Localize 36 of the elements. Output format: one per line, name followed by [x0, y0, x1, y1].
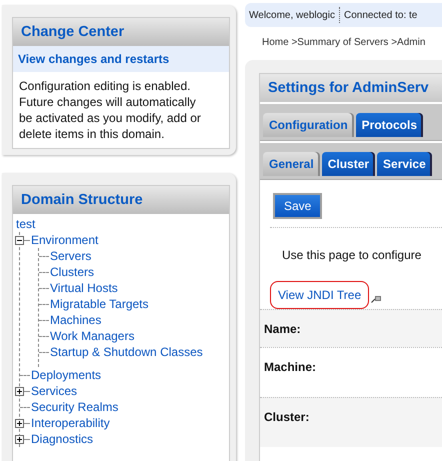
tree-item[interactable]: Security Realms [31, 399, 118, 415]
field-label: Machine: [264, 360, 316, 374]
field-label: Cluster: [264, 410, 310, 424]
expander-icon[interactable] [15, 434, 24, 444]
tree-item[interactable]: Services [31, 383, 78, 399]
breadcrumb: Home >Summary of Servers >Admin [262, 37, 426, 48]
expander-icon[interactable] [15, 418, 24, 428]
expander-icon[interactable] [15, 236, 24, 244]
settings-title: Settings for AdminServ [260, 74, 442, 102]
tab[interactable]: General [263, 152, 320, 176]
field-label: Name: [264, 322, 301, 336]
status-message: Configuration editing is enabled. Future changes will automatically be activated as you modify, add or delete items in this domain. [18, 78, 202, 143]
tree-item[interactable]: Diagnostics [31, 431, 94, 447]
panel-title: Change Center [13, 18, 229, 46]
expander-icon[interactable] [15, 386, 24, 396]
tree-item[interactable]: Startup & Shutdown Classes [50, 344, 203, 360]
welcome-text: Welcome, weblogic [249, 10, 335, 20]
tree-item[interactable]: Interoperability [31, 415, 110, 431]
description-text: Use this page to configure [282, 248, 422, 262]
tree-item[interactable]: test [16, 216, 229, 232]
tree-item[interactable]: Deployments [31, 367, 102, 383]
panel-title: Domain Structure [13, 186, 229, 214]
save-button[interactable]: Save [273, 193, 322, 219]
tree-item[interactable]: Work Managers [50, 328, 134, 344]
external-link-icon [371, 296, 382, 303]
tree-item[interactable]: Virtual Hosts [50, 280, 118, 296]
tab[interactable]: Service [377, 152, 432, 176]
tree-item[interactable]: Machines [50, 312, 102, 328]
tree-item[interactable]: Environment [31, 232, 98, 248]
tab[interactable]: Configuration [263, 113, 354, 137]
tree-item[interactable]: Migratable Targets [50, 296, 148, 312]
tree-item[interactable]: Servers [50, 248, 92, 264]
tab[interactable]: Protocols [356, 113, 423, 137]
tree-item[interactable]: Clusters [50, 264, 94, 280]
tab[interactable]: Cluster [322, 152, 376, 176]
connection-text: Connected to: te [344, 10, 418, 20]
